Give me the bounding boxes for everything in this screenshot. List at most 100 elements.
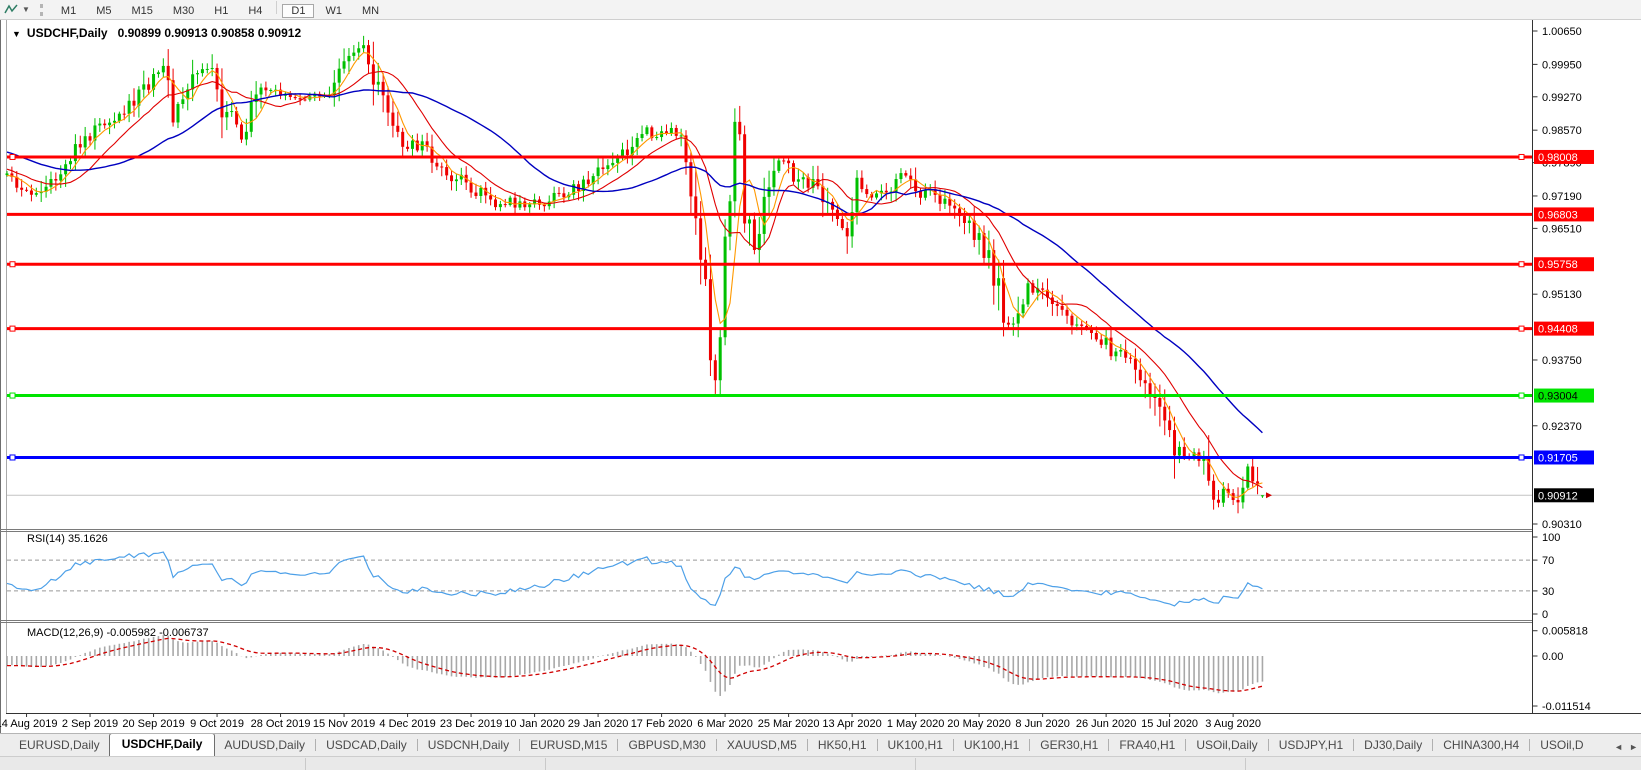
chart-tab-HK50-H1[interactable]: HK50,H1 bbox=[809, 735, 876, 757]
svg-text:20 May 2020: 20 May 2020 bbox=[947, 718, 1011, 730]
tab-separator bbox=[1108, 739, 1109, 751]
tab-separator bbox=[807, 739, 808, 751]
svg-text:29 Jan 2020: 29 Jan 2020 bbox=[568, 718, 629, 730]
line-handle[interactable] bbox=[10, 326, 15, 331]
svg-text:0.93004: 0.93004 bbox=[1538, 391, 1578, 403]
chart-tab-USDJPY-H1[interactable]: USDJPY,H1 bbox=[1270, 735, 1352, 757]
svg-text:0.94408: 0.94408 bbox=[1538, 324, 1578, 336]
current-price-label: 0.90912 bbox=[1534, 488, 1594, 502]
line-handle[interactable] bbox=[1519, 393, 1524, 398]
svg-text:100: 100 bbox=[1542, 532, 1560, 544]
chart-tab-UK100-H1[interactable]: UK100,H1 bbox=[879, 735, 952, 757]
chart-tab-USDCNH-Daily[interactable]: USDCNH,Daily bbox=[419, 735, 518, 757]
chart-tab-USOil-Daily[interactable]: USOil,Daily bbox=[1187, 735, 1266, 757]
chart-tab-FRA40-H1[interactable]: FRA40,H1 bbox=[1110, 735, 1184, 757]
tab-scroll-arrows: ◄ ► bbox=[1608, 742, 1638, 752]
line-handle[interactable] bbox=[10, 262, 15, 267]
chart-tab-XAUUSD-M5[interactable]: XAUUSD,M5 bbox=[718, 735, 806, 757]
svg-text:0.99950: 0.99950 bbox=[1542, 59, 1582, 71]
svg-text:1.00650: 1.00650 bbox=[1542, 26, 1582, 38]
price-level-label-0.96803[interactable]: 0.96803 bbox=[1534, 207, 1594, 221]
svg-text:30: 30 bbox=[1542, 586, 1554, 598]
timeframe-button-H4[interactable]: H4 bbox=[239, 4, 271, 18]
timeframe-button-M5[interactable]: M5 bbox=[87, 4, 120, 18]
svg-text:20 Sep 2019: 20 Sep 2019 bbox=[122, 718, 184, 730]
tab-separator bbox=[417, 739, 418, 751]
chart-tab-GBPUSD-M30[interactable]: GBPUSD,M30 bbox=[619, 735, 714, 757]
svg-text:13 Apr 2020: 13 Apr 2020 bbox=[822, 718, 881, 730]
timeframe-button-M15[interactable]: M15 bbox=[122, 4, 161, 18]
svg-text:9 Oct 2019: 9 Oct 2019 bbox=[190, 718, 244, 730]
tab-separator bbox=[519, 739, 520, 751]
line-handle[interactable] bbox=[1519, 154, 1524, 159]
chart-tab-DJ30-Daily[interactable]: DJ30,Daily bbox=[1355, 735, 1431, 757]
svg-text:70: 70 bbox=[1542, 555, 1554, 567]
svg-text:8 Jun 2020: 8 Jun 2020 bbox=[1015, 718, 1069, 730]
svg-text:0.99270: 0.99270 bbox=[1542, 92, 1582, 104]
chart-symbol-label: USDCHF,Daily bbox=[27, 26, 108, 40]
chart-tab-EURUSD-Daily[interactable]: EURUSD,Daily bbox=[10, 735, 109, 757]
svg-text:10 Jan 2020: 10 Jan 2020 bbox=[504, 718, 565, 730]
price-level-label-0.95758[interactable]: 0.95758 bbox=[1534, 257, 1594, 271]
tab-scroll-right-icon[interactable]: ► bbox=[1629, 742, 1638, 752]
line-handle[interactable] bbox=[10, 393, 15, 398]
chevron-down-icon[interactable]: ▼ bbox=[22, 5, 30, 14]
chart-zigzag-tool-icon[interactable] bbox=[4, 3, 19, 16]
chart-tab-CHINA300-H4[interactable]: CHINA300,H4 bbox=[1434, 735, 1528, 757]
tab-separator bbox=[315, 739, 316, 751]
tab-separator bbox=[1432, 739, 1433, 751]
chart-tab-UK100-H1[interactable]: UK100,H1 bbox=[955, 735, 1028, 757]
chart-tabs: EURUSD,DailyUSDCHF,DailyAUDUSD,DailyUSDC… bbox=[10, 733, 1593, 757]
symbol-dropdown-icon[interactable]: ▼ bbox=[12, 29, 21, 39]
svg-text:0.95758: 0.95758 bbox=[1538, 259, 1578, 271]
timeframe-toolbar: ▼ M1M5M15M30H1H4 D1W1MN bbox=[0, 0, 1641, 20]
price-level-label-0.98008[interactable]: 0.98008 bbox=[1534, 150, 1594, 164]
timeframe-button-M1[interactable]: M1 bbox=[52, 4, 85, 18]
svg-text:-0.011514: -0.011514 bbox=[1542, 701, 1591, 713]
svg-text:0.98008: 0.98008 bbox=[1538, 152, 1578, 164]
timeframe-button-MN[interactable]: MN bbox=[353, 4, 388, 18]
tab-separator bbox=[1029, 739, 1030, 751]
svg-text:0.95130: 0.95130 bbox=[1542, 289, 1582, 301]
svg-text:0.93750: 0.93750 bbox=[1542, 355, 1582, 367]
chart-tab-GER30-H1[interactable]: GER30,H1 bbox=[1031, 735, 1107, 757]
toolbar-drag-grip[interactable] bbox=[40, 4, 43, 16]
toolbar-divider bbox=[276, 1, 277, 14]
svg-text:0.96510: 0.96510 bbox=[1542, 223, 1582, 235]
chart-tab-EURUSD-M15[interactable]: EURUSD,M15 bbox=[521, 735, 616, 757]
tab-separator bbox=[1185, 739, 1186, 751]
chart-title: ▼USDCHF,Daily0.90899 0.90913 0.90858 0.9… bbox=[12, 26, 301, 40]
svg-text:0.91705: 0.91705 bbox=[1538, 452, 1578, 464]
chart-tab-USDCHF-Daily[interactable]: USDCHF,Daily bbox=[109, 733, 216, 757]
svg-text:0: 0 bbox=[1542, 609, 1548, 621]
svg-text:3 Aug 2020: 3 Aug 2020 bbox=[1205, 718, 1261, 730]
price-level-label-0.91705[interactable]: 0.91705 bbox=[1534, 450, 1594, 464]
chart-canvas[interactable]: 1.006500.999500.992700.985700.978900.971… bbox=[0, 0, 1641, 733]
line-handle[interactable] bbox=[1519, 326, 1524, 331]
svg-text:4 Dec 2019: 4 Dec 2019 bbox=[379, 718, 435, 730]
svg-text:15 Jul 2020: 15 Jul 2020 bbox=[1141, 718, 1198, 730]
tab-separator bbox=[1529, 739, 1530, 751]
svg-text:1 May 2020: 1 May 2020 bbox=[887, 718, 944, 730]
line-handle[interactable] bbox=[10, 154, 15, 159]
tab-separator bbox=[1353, 739, 1354, 751]
price-level-label-0.94408[interactable]: 0.94408 bbox=[1534, 322, 1594, 336]
svg-text:0.90912: 0.90912 bbox=[1538, 490, 1578, 502]
chart-tab-USOil-D[interactable]: USOil,D bbox=[1531, 735, 1592, 757]
line-handle[interactable] bbox=[10, 455, 15, 460]
chart-tab-USDCAD-Daily[interactable]: USDCAD,Daily bbox=[317, 735, 416, 757]
svg-text:0.96803: 0.96803 bbox=[1538, 209, 1578, 221]
line-handle[interactable] bbox=[1519, 455, 1524, 460]
trading-terminal: ▼ M1M5M15M30H1H4 D1W1MN 1.00650 0.99950 0.9… bbox=[0, 0, 1641, 769]
tab-scroll-left-icon[interactable]: ◄ bbox=[1614, 742, 1623, 752]
rsi-indicator-label: RSI(14) 35.1626 bbox=[27, 533, 108, 545]
timeframe-button-W1[interactable]: W1 bbox=[316, 4, 351, 18]
line-handle[interactable] bbox=[1519, 262, 1524, 267]
timeframe-button-M30[interactable]: M30 bbox=[164, 4, 203, 18]
svg-text:0.92370: 0.92370 bbox=[1542, 421, 1582, 433]
price-level-label-0.93004[interactable]: 0.93004 bbox=[1534, 389, 1594, 403]
timeframe-button-D1[interactable]: D1 bbox=[282, 4, 314, 18]
tab-separator bbox=[617, 739, 618, 751]
chart-tab-AUDUSD-Daily[interactable]: AUDUSD,Daily bbox=[215, 735, 314, 757]
timeframe-button-H1[interactable]: H1 bbox=[205, 4, 237, 18]
